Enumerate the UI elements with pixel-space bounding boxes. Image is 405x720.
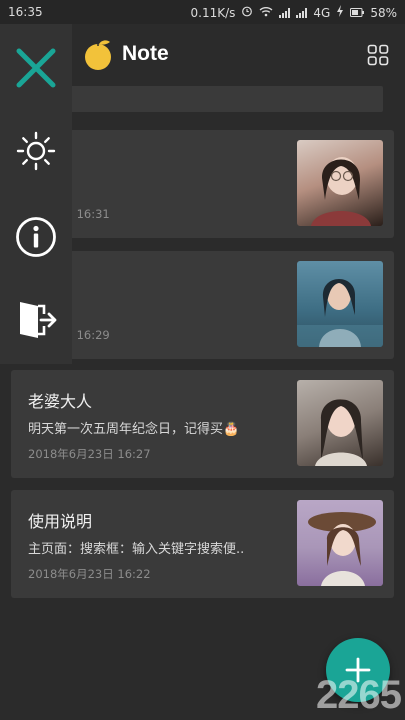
- note-title: 老婆大人: [28, 392, 93, 411]
- battery-level: 58%: [370, 5, 397, 20]
- info-icon[interactable]: [12, 213, 60, 261]
- status-icons: 0.11K/s 4G 58%: [190, 5, 397, 20]
- network-type: 4G: [313, 5, 331, 20]
- note-thumbnail: [297, 500, 383, 586]
- brightness-icon[interactable]: [12, 127, 60, 175]
- close-icon[interactable]: [12, 44, 60, 92]
- network-speed: 0.11K/s: [190, 5, 236, 20]
- signal-icon: [279, 7, 291, 18]
- alarm-icon: [241, 5, 253, 20]
- charging-icon: [336, 5, 344, 20]
- watermark: 2265: [316, 673, 402, 717]
- note-date: 2018年6月23日 16:27: [28, 447, 151, 461]
- battery-icon: [350, 6, 365, 20]
- status-time: 16:35: [8, 5, 43, 19]
- signal-icon-2: [296, 7, 308, 18]
- note-preview: 主页面：搜索框：输入关键字搜索便..: [28, 542, 245, 557]
- note-thumbnail: [297, 140, 383, 226]
- app-title: Note: [122, 42, 169, 65]
- grid-view-icon[interactable]: [367, 44, 389, 66]
- note-card[interactable]: 老婆大人 明天第一次五周年纪念日，记得买🎂 2018年6月23日 16:27: [11, 370, 394, 478]
- note-thumbnail: [297, 380, 383, 466]
- note-thumbnail: [297, 261, 383, 347]
- note-preview: 明天第一次五周年纪念日，记得买🎂: [28, 422, 240, 437]
- search-input[interactable]: [22, 86, 383, 112]
- note-date: 2018年6月23日 16:22: [28, 567, 151, 581]
- status-bar: 16:35 0.11K/s 4G 58%: [0, 0, 405, 24]
- note-card[interactable]: 使用说明 主页面：搜索框：输入关键字搜索便.. 2018年6月23日 16:22: [11, 490, 394, 598]
- side-drawer: [0, 24, 72, 364]
- exit-icon[interactable]: [12, 296, 60, 344]
- note-title: 使用说明: [28, 512, 93, 531]
- orange-logo-icon: [82, 38, 116, 72]
- wifi-icon: [259, 6, 273, 20]
